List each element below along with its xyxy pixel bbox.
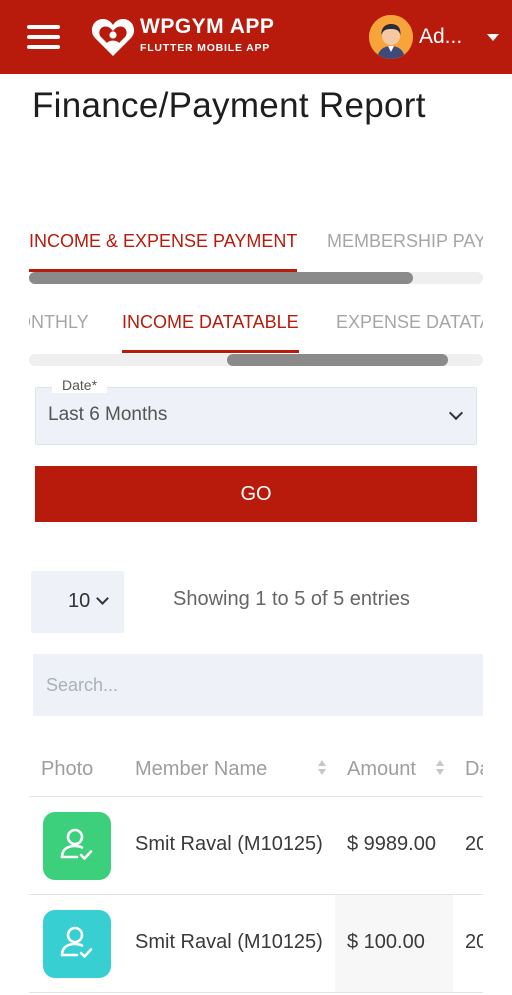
member-photo [43, 812, 111, 880]
search-input[interactable] [33, 654, 483, 716]
person-avatar-icon [369, 15, 413, 59]
date-select-value[interactable]: Last 6 Months [48, 404, 167, 426]
sort-icon[interactable] [436, 760, 444, 775]
tab-income-expense-payment[interactable]: INCOME & EXPENSE PAYMENT [29, 228, 298, 272]
page-title: Finance/Payment Report [32, 86, 426, 125]
member-name-cell: Smit Raval (M10125) [135, 931, 323, 953]
app-title: WPGYM APP [140, 15, 275, 38]
amount-cell: $ 9989.00 [347, 833, 436, 855]
user-name-label[interactable]: Ad... [419, 25, 462, 49]
tab-expense-datatable[interactable]: EXPENSE DATATABLE [336, 309, 483, 353]
primary-tab-scroll-thumb[interactable] [29, 272, 413, 284]
date-cell: 20 [465, 931, 483, 953]
member-name-cell: Smit Raval (M10125) [135, 833, 323, 855]
user-check-icon [60, 828, 93, 860]
table-info-text: Showing 1 to 5 of 5 entries [173, 588, 410, 610]
member-photo [43, 910, 111, 978]
table-row[interactable]: Smit Raval (M10125) $ 9989.00 20 [29, 797, 483, 894]
date-select-label: Date* [52, 377, 108, 393]
sort-icon[interactable] [318, 760, 326, 775]
table-row[interactable]: Smit Raval (M10125) $ 100.00 20 [29, 895, 483, 992]
column-header-member-name[interactable]: Member Name [135, 758, 267, 781]
primary-tab-scrollbar[interactable] [29, 272, 483, 284]
amount-cell: $ 100.00 [347, 931, 425, 953]
hamburger-menu-icon[interactable] [27, 25, 60, 49]
column-header-photo: Photo [41, 758, 94, 780]
income-table: Photo Member Name Amount Date Smit Raval… [29, 746, 483, 995]
go-button[interactable]: GO [35, 466, 477, 522]
column-header-date[interactable]: Date [465, 758, 483, 781]
heart-logo-icon [91, 18, 135, 56]
secondary-tab-bar: MONTHLY INCOME DATATABLE EXPENSE DATATAB… [29, 309, 483, 355]
secondary-tab-scrollbar[interactable] [29, 354, 483, 366]
column-header-amount[interactable]: Amount [347, 758, 416, 781]
primary-tab-bar: INCOME & EXPENSE PAYMENT MEMBERSHIP PAYM… [29, 228, 483, 272]
date-cell: 20 [465, 833, 483, 855]
secondary-tab-scroll-thumb[interactable] [227, 354, 448, 366]
app-bar: WPGYM APP FLUTTER MOBILE APP Ad... [0, 0, 512, 74]
page-length-value[interactable]: 10 [68, 590, 90, 613]
caret-down-icon[interactable] [487, 34, 499, 41]
user-check-icon [60, 926, 93, 958]
app-subtitle: FLUTTER MOBILE APP [140, 42, 271, 54]
tab-income-datatable[interactable]: INCOME DATATABLE [122, 309, 299, 353]
user-avatar[interactable] [369, 15, 413, 59]
tab-monthly[interactable]: MONTHLY [29, 309, 89, 353]
divider [29, 992, 483, 993]
tab-membership-payment[interactable]: MEMBERSHIP PAYMENT [327, 228, 483, 272]
